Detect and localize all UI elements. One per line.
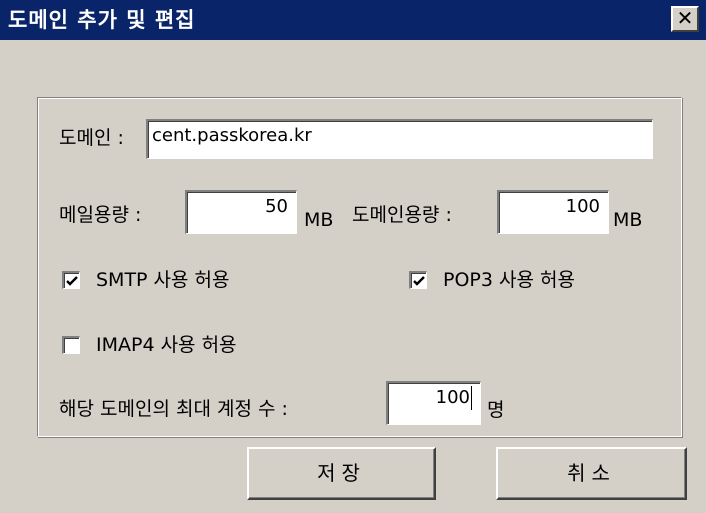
- checkmark-icon: [66, 276, 78, 286]
- domain-label: 도메인 :: [59, 127, 124, 149]
- mail-quota-label: 메일용량 :: [59, 204, 142, 226]
- smtp-checkbox[interactable]: [62, 271, 80, 289]
- imap4-checkbox[interactable]: [62, 336, 80, 354]
- domain-quota-label: 도메인용량 :: [352, 204, 452, 226]
- max-accounts-input[interactable]: 100: [386, 381, 481, 425]
- max-accounts-unit: 명: [487, 399, 505, 421]
- max-accounts-value: 100: [435, 387, 470, 408]
- pop3-label: POP3 사용 허용: [443, 269, 575, 291]
- title-bar[interactable]: 도메인 추가 및 편집 ✕: [0, 0, 706, 40]
- save-button[interactable]: 저장: [247, 447, 436, 500]
- checkmark-icon: [413, 276, 425, 286]
- domain-quota-unit: MB: [613, 209, 643, 231]
- close-icon: ✕: [676, 6, 694, 30]
- domain-quota-input[interactable]: 100: [497, 190, 609, 234]
- max-accounts-label: 해당 도메인의 최대 계정 수 :: [59, 398, 288, 420]
- domain-edit-dialog: 도메인 추가 및 편집 ✕ 도메인 : cent.passkorea.kr 메일…: [0, 0, 706, 513]
- pop3-checkbox[interactable]: [409, 271, 427, 289]
- imap4-label: IMAP4 사용 허용: [96, 334, 237, 356]
- domain-input[interactable]: cent.passkorea.kr: [146, 119, 653, 159]
- text-caret: [471, 386, 472, 410]
- dialog-title: 도메인 추가 및 편집: [8, 8, 196, 32]
- close-button[interactable]: ✕: [671, 6, 699, 32]
- cancel-button[interactable]: 취소: [496, 447, 687, 500]
- mail-quota-unit: MB: [304, 209, 334, 231]
- mail-quota-input[interactable]: 50: [185, 190, 297, 234]
- smtp-label: SMTP 사용 허용: [96, 269, 230, 291]
